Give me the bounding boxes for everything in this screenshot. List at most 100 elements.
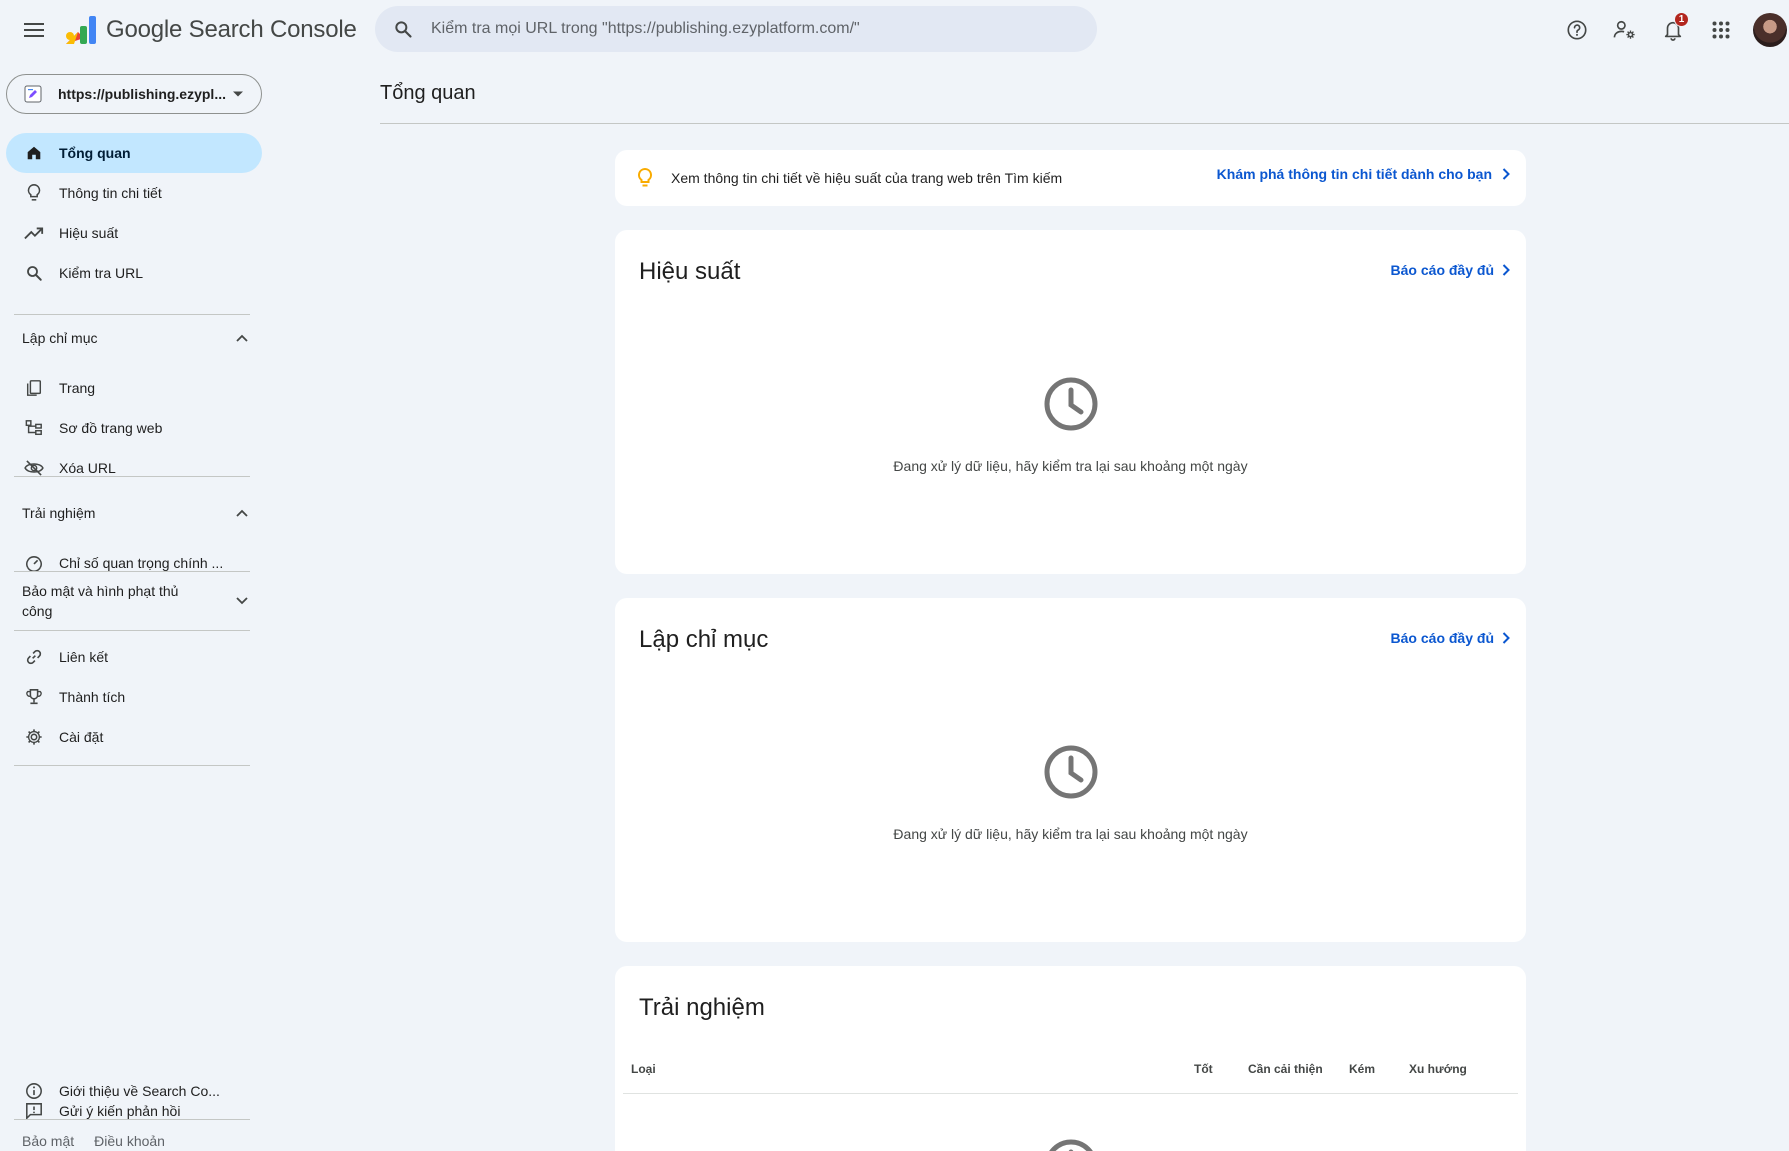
manage-accounts-icon bbox=[1613, 20, 1635, 39]
chevron-right-icon bbox=[1502, 264, 1510, 276]
clock-icon bbox=[1049, 1139, 1093, 1151]
experience-card-title: Trải nghiệm bbox=[639, 994, 765, 1021]
menu-icon bbox=[24, 23, 44, 37]
section-header-security[interactable]: Bảo mật và hình phạt thủ công bbox=[6, 580, 262, 622]
apps-grid-icon bbox=[1712, 21, 1730, 39]
column-header-trend[interactable]: Xu hướng bbox=[1409, 1062, 1467, 1076]
help-icon bbox=[1567, 20, 1587, 40]
sidebar-item-core-web-vitals[interactable]: Chỉ số quan trọng chính ... bbox=[6, 543, 262, 583]
search-icon bbox=[24, 263, 44, 283]
sidebar-divider bbox=[14, 1119, 250, 1120]
page-title: Tổng quan bbox=[380, 82, 476, 104]
performance-card-title: Hiệu suất bbox=[639, 258, 741, 285]
app-logo[interactable]: Google Search Console bbox=[64, 14, 357, 46]
account-avatar[interactable] bbox=[1753, 13, 1787, 47]
title-divider bbox=[380, 123, 1789, 124]
sidebar-item-label: Hiệu suất bbox=[59, 225, 119, 241]
sidebar-item-performance[interactable]: Hiệu suất bbox=[6, 213, 262, 253]
performance-card: Hiệu suất Báo cáo đầy đủ Đang xử lý dữ l… bbox=[615, 230, 1526, 574]
info-icon bbox=[24, 1081, 44, 1101]
sidebar-item-label: Kiểm tra URL bbox=[59, 265, 144, 281]
sidebar-item-label: Thông tin chi tiết bbox=[59, 185, 162, 201]
performance-full-report-link[interactable]: Báo cáo đầy đủ bbox=[1391, 262, 1510, 278]
sidebar-item-settings[interactable]: Cài đặt bbox=[6, 717, 262, 757]
search-icon bbox=[391, 17, 415, 41]
visibility-off-icon bbox=[24, 458, 44, 478]
search-input[interactable] bbox=[431, 20, 1071, 38]
apps-button[interactable] bbox=[1699, 8, 1743, 52]
sidebar-item-achievements[interactable]: Thành tích bbox=[6, 677, 262, 717]
sidebar-item-url-inspection[interactable]: Kiểm tra URL bbox=[6, 253, 262, 293]
full-report-label: Báo cáo đầy đủ bbox=[1390, 630, 1494, 646]
insights-banner-text: Xem thông tin chi tiết về hiệu suất của … bbox=[671, 170, 1063, 186]
chevron-down-icon bbox=[232, 591, 252, 611]
help-button[interactable] bbox=[1555, 8, 1599, 52]
notification-badge: 1 bbox=[1674, 12, 1689, 27]
sidebar-divider bbox=[14, 314, 250, 315]
section-header-label: Bảo mật và hình phạt thủ công bbox=[22, 583, 179, 619]
sidebar-item-about[interactable]: Giới thiệu về Search Co... bbox=[6, 1071, 262, 1111]
sidebar: https://publishing.ezypl... Tổng quan Th… bbox=[0, 60, 262, 1151]
full-report-label: Báo cáo đầy đủ bbox=[1390, 262, 1494, 278]
column-header-type[interactable]: Loại bbox=[631, 1062, 656, 1076]
header-actions: 1 bbox=[1551, 8, 1789, 52]
sidebar-divider bbox=[14, 630, 250, 631]
sidebar-divider bbox=[14, 765, 250, 766]
experience-table-header: Loại Tốt Cần cải thiện Kém Xu hướng bbox=[623, 1058, 1518, 1094]
property-label: https://publishing.ezypl... bbox=[58, 86, 226, 102]
trophy-icon bbox=[24, 687, 44, 707]
sidebar-item-label: Thành tích bbox=[59, 689, 126, 705]
property-edit-icon bbox=[24, 85, 42, 103]
lightbulb-icon bbox=[24, 183, 44, 203]
app-title: Google Search Console bbox=[106, 16, 357, 43]
sidebar-item-removals[interactable]: Xóa URL bbox=[6, 448, 262, 488]
explore-insights-label: Khám phá thông tin chi tiết dành cho bạn bbox=[1216, 166, 1492, 182]
processing-message: Đang xử lý dữ liệu, hãy kiểm tra lại sau… bbox=[893, 458, 1248, 474]
terms-link[interactable]: Điều khoản bbox=[94, 1133, 165, 1149]
privacy-link[interactable]: Bảo mật bbox=[22, 1133, 74, 1149]
speed-icon bbox=[24, 553, 44, 573]
url-inspection-search[interactable] bbox=[375, 6, 1097, 52]
chevron-right-icon bbox=[1502, 168, 1510, 180]
sidebar-item-label: Sơ đồ trang web bbox=[59, 420, 163, 436]
chevron-up-icon bbox=[232, 328, 252, 348]
sidebar-item-label: Tổng quan bbox=[59, 145, 131, 161]
property-selector[interactable]: https://publishing.ezypl... bbox=[6, 74, 262, 114]
section-header-label: Trải nghiệm bbox=[22, 505, 96, 521]
sidebar-item-insights[interactable]: Thông tin chi tiết bbox=[6, 173, 262, 213]
main-menu-button[interactable] bbox=[16, 12, 52, 48]
experience-card: Trải nghiệm Loại Tốt Cần cải thiện Kém X… bbox=[615, 966, 1526, 1151]
sidebar-item-overview[interactable]: Tổng quan bbox=[6, 133, 262, 173]
insights-banner: Xem thông tin chi tiết về hiệu suất của … bbox=[615, 150, 1526, 206]
section-header-indexing[interactable]: Lập chỉ mục bbox=[6, 318, 262, 358]
sitemap-icon bbox=[24, 418, 44, 438]
section-header-label: Lập chỉ mục bbox=[22, 330, 98, 346]
column-header-good[interactable]: Tốt bbox=[1194, 1062, 1213, 1076]
column-header-needs-improvement[interactable]: Cần cải thiện bbox=[1248, 1062, 1323, 1076]
caret-down-icon bbox=[233, 91, 243, 97]
user-settings-button[interactable] bbox=[1603, 8, 1647, 52]
sidebar-item-links[interactable]: Liên kết bbox=[6, 637, 262, 677]
sidebar-item-label: Liên kết bbox=[59, 649, 109, 665]
sidebar-item-label: Giới thiệu về Search Co... bbox=[59, 1083, 220, 1099]
indexing-card: Lập chỉ mục Báo cáo đầy đủ Đang xử lý dữ… bbox=[615, 598, 1526, 942]
sidebar-footer: Bảo mật Điều khoản bbox=[22, 1133, 165, 1149]
chevron-up-icon bbox=[232, 503, 252, 523]
sidebar-item-sitemaps[interactable]: Sơ đồ trang web bbox=[6, 408, 262, 448]
sidebar-item-label: Xóa URL bbox=[59, 460, 116, 476]
clock-icon bbox=[1044, 745, 1098, 799]
column-header-poor[interactable]: Kém bbox=[1349, 1062, 1375, 1076]
search-console-logo-icon bbox=[66, 16, 96, 44]
indexing-full-report-link[interactable]: Báo cáo đầy đủ bbox=[1391, 630, 1510, 646]
clock-icon bbox=[1044, 377, 1098, 431]
settings-icon bbox=[24, 727, 44, 747]
sidebar-item-label: Chỉ số quan trọng chính ... bbox=[59, 555, 224, 571]
sidebar-item-pages[interactable]: Trang bbox=[6, 368, 262, 408]
link-icon bbox=[24, 647, 44, 667]
notifications-button[interactable]: 1 bbox=[1651, 8, 1695, 52]
section-header-experience[interactable]: Trải nghiệm bbox=[6, 493, 262, 533]
explore-insights-link[interactable]: Khám phá thông tin chi tiết dành cho bạn bbox=[1217, 166, 1510, 182]
indexing-card-title: Lập chỉ mục bbox=[639, 626, 769, 653]
processing-message: Đang xử lý dữ liệu, hãy kiểm tra lại sau… bbox=[893, 826, 1248, 842]
trending-up-icon bbox=[24, 223, 44, 243]
